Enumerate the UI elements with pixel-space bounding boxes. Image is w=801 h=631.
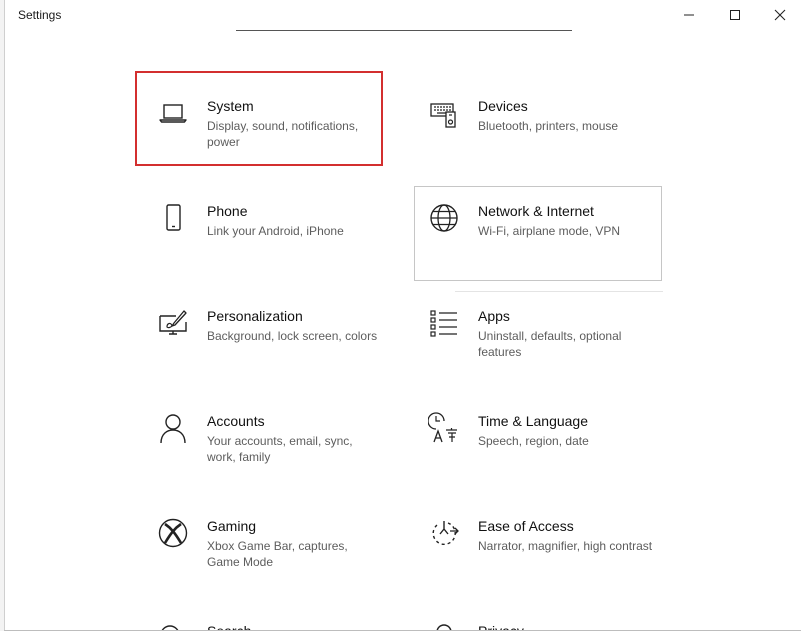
- apps-list-icon: [428, 307, 460, 339]
- phone-icon: [157, 202, 189, 234]
- devices-icon: [428, 97, 460, 129]
- tile-description: Your accounts, email, sync, work, family: [207, 434, 353, 464]
- tile-name: Phone: [207, 203, 248, 219]
- tile-description: Speech, region, date: [478, 434, 589, 448]
- tile-gaming[interactable]: Gaming Xbox Game Bar, captures, Game Mod…: [135, 491, 383, 586]
- minimize-icon: [684, 14, 694, 16]
- tile-privacy[interactable]: Privacy: [406, 596, 654, 631]
- globe-icon: [428, 202, 460, 234]
- maximize-icon: [730, 10, 740, 20]
- tile-description: Background, lock screen, colors: [207, 329, 378, 343]
- tile-name: Gaming: [207, 518, 257, 534]
- tile-time-language[interactable]: Time & Language Speech, region, date: [406, 386, 654, 481]
- tile-description: Xbox Game Bar, captures, Game Mode: [207, 539, 348, 569]
- minimize-button[interactable]: [666, 0, 712, 30]
- person-icon: [157, 412, 189, 444]
- tile-name: Personalization: [207, 308, 303, 324]
- tile-name: Network & Internet: [478, 203, 594, 219]
- tile-name: System: [207, 98, 254, 114]
- close-button[interactable]: [757, 0, 801, 30]
- window-title: Settings: [18, 8, 62, 22]
- tile-devices[interactable]: Devices Bluetooth, printers, mouse: [406, 71, 654, 166]
- tile-name: Devices: [478, 98, 528, 114]
- close-icon: [774, 9, 786, 21]
- tile-ease-of-access[interactable]: Ease of Access Narrator, magnifier, high…: [406, 491, 654, 586]
- tile-accounts[interactable]: Accounts Your accounts, email, sync, wor…: [135, 386, 383, 481]
- ease-of-access-icon: [428, 517, 460, 549]
- time-language-icon: [428, 412, 460, 444]
- tile-name: Time & Language: [478, 413, 588, 429]
- tile-search[interactable]: Search: [135, 596, 383, 631]
- laptop-icon: [157, 97, 189, 129]
- tile-phone[interactable]: Phone Link your Android, iPhone: [135, 176, 383, 271]
- background-window-edge: [0, 0, 5, 631]
- tile-name: Ease of Access: [478, 518, 574, 534]
- tile-personalization[interactable]: Personalization Background, lock screen,…: [135, 281, 383, 376]
- maximize-button[interactable]: [712, 0, 758, 30]
- tile-description: Display, sound, notifications, power: [207, 119, 359, 149]
- xbox-icon: [157, 517, 189, 549]
- personalization-icon: [157, 307, 189, 339]
- tile-description: Bluetooth, printers, mouse: [478, 119, 619, 133]
- tile-description: Wi-Fi, airplane mode, VPN: [478, 224, 621, 238]
- tile-network-internet[interactable]: Network & Internet Wi-Fi, airplane mode,…: [414, 186, 662, 281]
- tile-name: Apps: [478, 308, 510, 324]
- tile-description: Narrator, magnifier, high contrast: [478, 539, 653, 553]
- title-bar: Settings: [4, 0, 801, 30]
- search-box-edge[interactable]: [236, 30, 572, 31]
- tile-description: Link your Android, iPhone: [207, 224, 344, 238]
- tile-apps[interactable]: Apps Uninstall, defaults, optional featu…: [406, 281, 654, 376]
- tile-description: Uninstall, defaults, optional features: [478, 329, 622, 359]
- tile-system[interactable]: System Display, sound, notifications, po…: [135, 71, 383, 166]
- tile-name: Accounts: [207, 413, 265, 429]
